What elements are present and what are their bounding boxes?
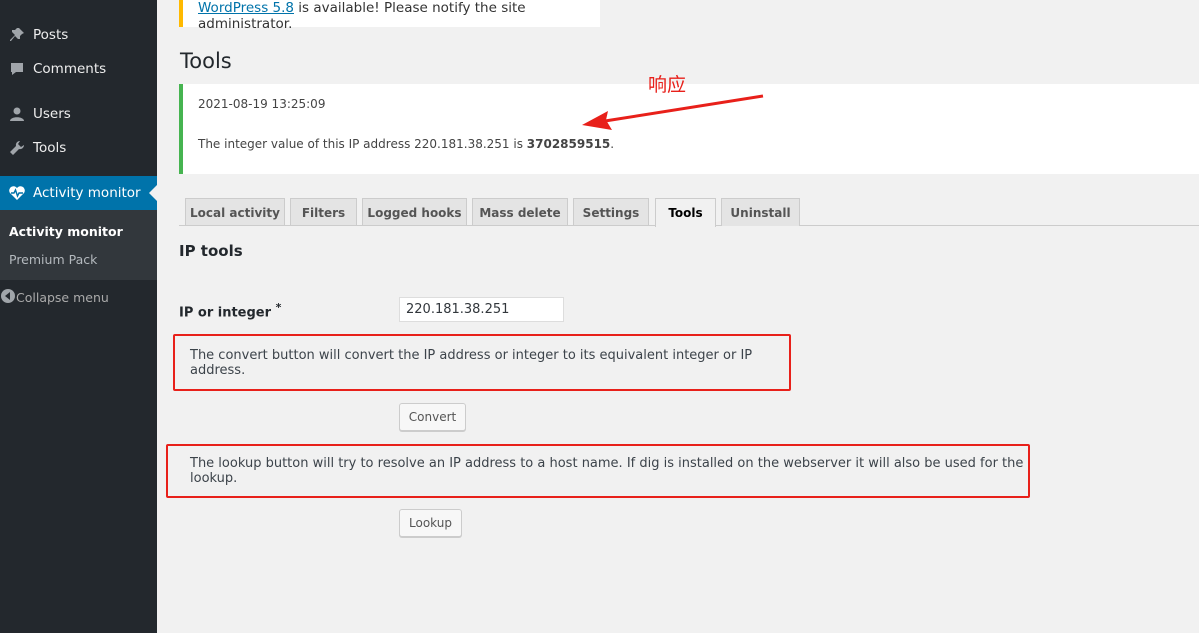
tab-logged-hooks[interactable]: Logged hooks bbox=[362, 198, 467, 226]
convert-description-text: The convert button will convert the IP a… bbox=[190, 347, 753, 378]
convert-description: The convert button will convert the IP a… bbox=[173, 334, 791, 391]
wrench-icon bbox=[0, 140, 33, 156]
user-icon bbox=[0, 106, 33, 122]
activity-monitor-submenu: Activity monitor Premium Pack bbox=[0, 210, 157, 280]
sidebar-item-label: Comments bbox=[33, 61, 107, 77]
tab-uninstall[interactable]: Uninstall bbox=[721, 198, 800, 226]
section-title: IP tools bbox=[179, 242, 243, 260]
collapse-icon bbox=[0, 288, 16, 307]
sidebar-item-label: Posts bbox=[33, 27, 69, 43]
update-notice: WordPress 5.8 is available! Please notif… bbox=[179, 0, 600, 32]
tab-tools[interactable]: Tools bbox=[655, 198, 716, 227]
collapse-menu-button[interactable]: Collapse menu bbox=[0, 282, 157, 312]
submenu-item-premium-pack[interactable]: Premium Pack bbox=[9, 252, 97, 267]
heart-pulse-icon bbox=[0, 185, 33, 201]
tab-mass-delete[interactable]: Mass delete bbox=[472, 198, 568, 226]
ip-input[interactable] bbox=[399, 297, 564, 322]
ip-field-label-text: IP or integer bbox=[179, 305, 272, 321]
admin-sidebar: Posts Comments Users Tools Activity moni… bbox=[0, 0, 157, 633]
submenu-item-activity-monitor[interactable]: Activity monitor bbox=[9, 224, 123, 239]
ip-field-label: IP or integer * bbox=[179, 301, 281, 320]
sidebar-item-users[interactable]: Users bbox=[0, 97, 157, 131]
page-title: Tools bbox=[180, 49, 232, 73]
convert-button[interactable]: Convert bbox=[399, 403, 466, 431]
sidebar-item-posts[interactable]: Posts bbox=[0, 18, 157, 52]
tab-local-activity[interactable]: Local activity bbox=[185, 198, 285, 226]
lookup-description: The lookup button will try to resolve an… bbox=[166, 444, 1030, 498]
result-timestamp: 2021-08-19 13:25:09 bbox=[198, 97, 326, 111]
sidebar-item-comments[interactable]: Comments bbox=[0, 52, 157, 86]
comment-icon bbox=[0, 61, 33, 77]
lookup-description-text: The lookup button will try to resolve an… bbox=[190, 456, 1024, 486]
tab-settings[interactable]: Settings bbox=[573, 198, 649, 226]
lookup-button[interactable]: Lookup bbox=[399, 509, 462, 537]
annotation-arrow bbox=[582, 94, 764, 130]
tab-filters[interactable]: Filters bbox=[290, 198, 357, 226]
wordpress-version-link[interactable]: WordPress 5.8 bbox=[198, 0, 294, 16]
sidebar-item-label: Users bbox=[33, 106, 71, 122]
result-prefix: The integer value of this IP address 220… bbox=[198, 137, 527, 151]
sidebar-item-label: Tools bbox=[33, 140, 67, 156]
active-indicator bbox=[149, 185, 157, 201]
sidebar-item-activity-monitor[interactable]: Activity monitor bbox=[0, 176, 157, 210]
result-text: The integer value of this IP address 220… bbox=[198, 137, 614, 151]
sidebar-item-label: Activity monitor bbox=[33, 185, 141, 201]
collapse-label: Collapse menu bbox=[16, 289, 109, 305]
sidebar-item-tools[interactable]: Tools bbox=[0, 131, 157, 165]
pin-icon bbox=[0, 27, 33, 43]
required-mark: * bbox=[275, 301, 282, 314]
